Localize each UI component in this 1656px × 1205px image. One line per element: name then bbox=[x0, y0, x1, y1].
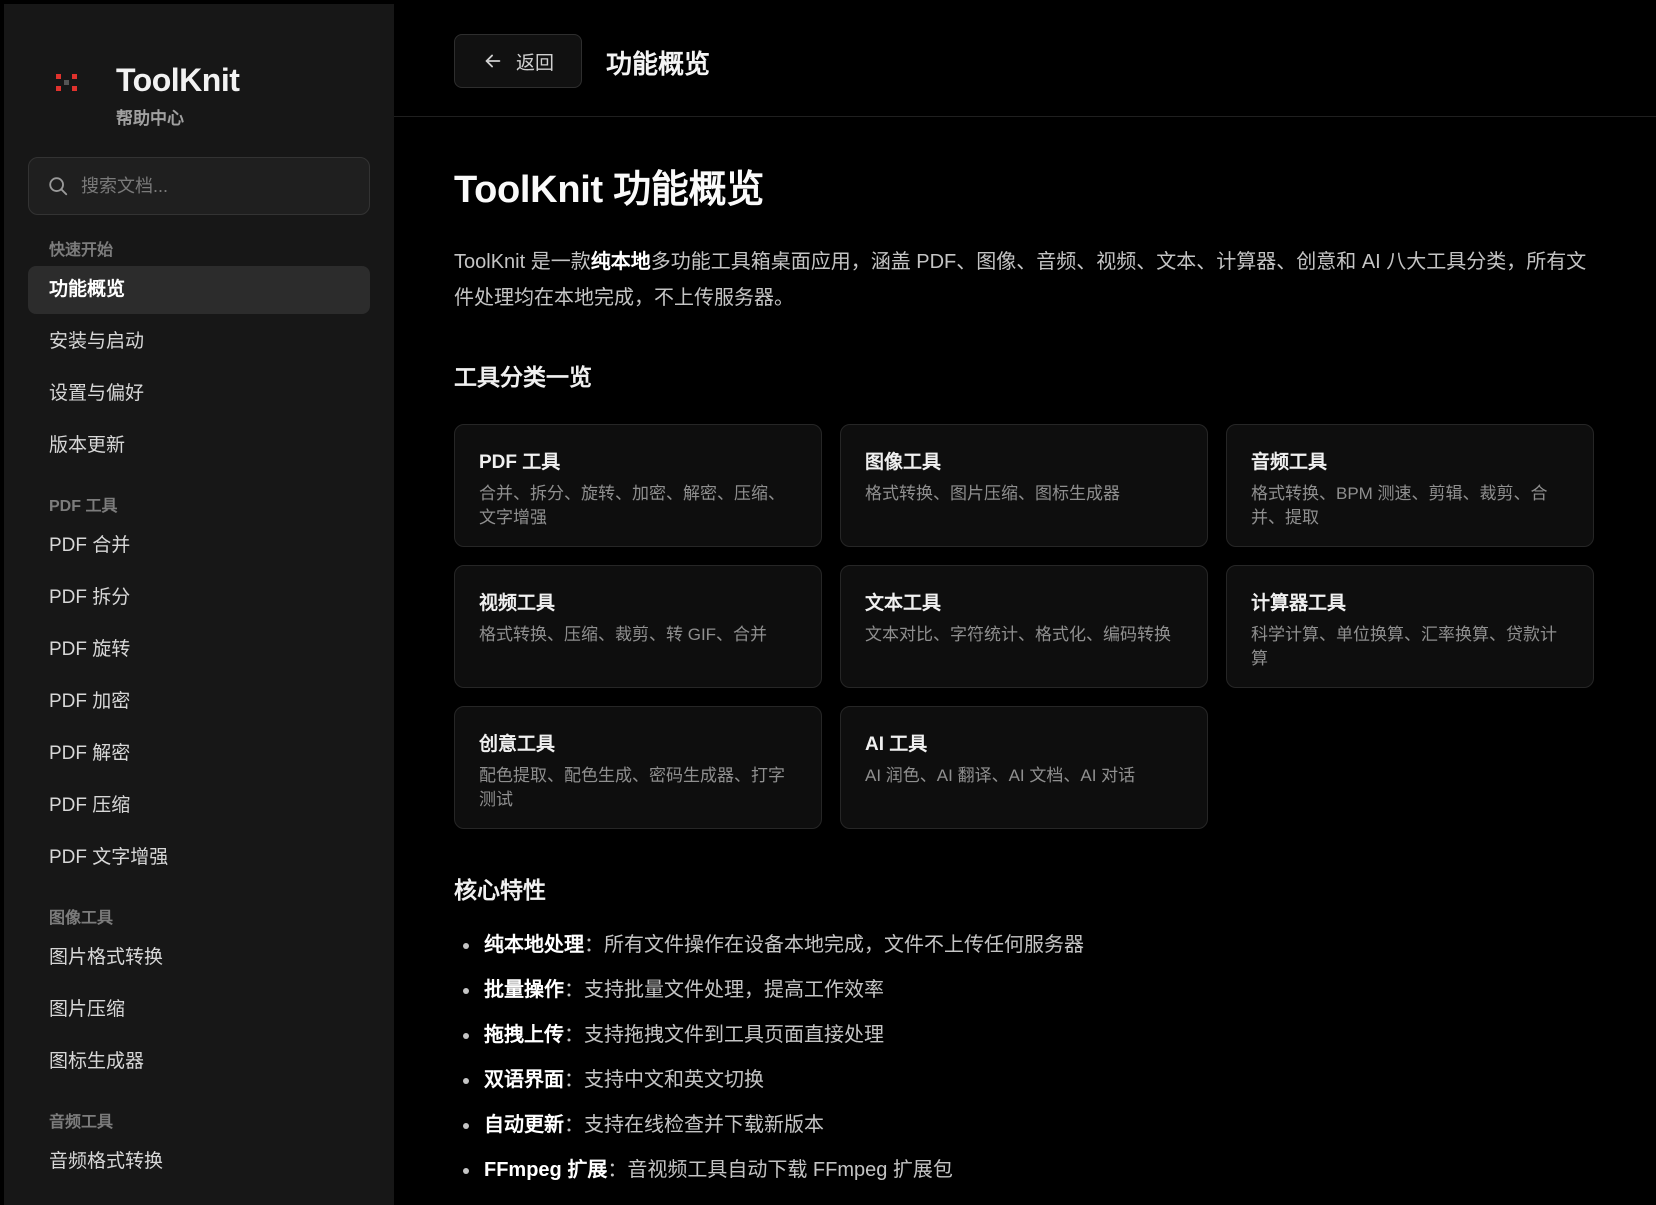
card-title: 视频工具 bbox=[479, 593, 556, 614]
sidebar-item-updates[interactable]: 版本更新 bbox=[28, 422, 370, 470]
category-card-audio[interactable]: 音频工具 格式转换、BPM 测速、剪辑、裁剪、合并、提取 bbox=[1226, 424, 1594, 547]
nav-section-title: 音频工具 bbox=[49, 1114, 114, 1131]
topbar: 返回 功能概览 bbox=[394, 4, 1656, 117]
category-card-text[interactable]: 文本工具 文本对比、字符统计、格式化、编码转换 bbox=[840, 565, 1208, 688]
features-heading: 核心特性 bbox=[454, 877, 546, 903]
tool-category-grid: PDF 工具 合并、拆分、旋转、加密、解密、压缩、文字增强 图像工具 格式转换、… bbox=[454, 424, 1604, 829]
card-title: 计算器工具 bbox=[1251, 593, 1347, 614]
card-title: 创意工具 bbox=[479, 734, 556, 755]
card-title: AI 工具 bbox=[865, 734, 928, 755]
sidebar-item-image-convert[interactable]: 图片格式转换 bbox=[28, 934, 370, 982]
sidebar-item-settings[interactable]: 设置与偏好 bbox=[28, 370, 370, 418]
sidebar-item-overview[interactable]: 功能概览 bbox=[28, 266, 370, 314]
category-card-pdf[interactable]: PDF 工具 合并、拆分、旋转、加密、解密、压缩、文字增强 bbox=[454, 424, 822, 547]
doc-content: ToolKnit 功能概览 ToolKnit 是一款纯本地多功能工具箱桌面应用，… bbox=[454, 166, 1604, 1193]
list-item: 批量操作：支持批量文件处理，提高工作效率 bbox=[454, 968, 1604, 1013]
card-desc: 合并、拆分、旋转、加密、解密、压缩、文字增强 bbox=[479, 484, 785, 527]
tools-heading: 工具分类一览 bbox=[454, 364, 592, 390]
app-window: ToolKnit 帮助中心 快速开始 功能概览 安装与启动 设置与偏好 版本更新… bbox=[0, 0, 1656, 1205]
toolknit-logo-icon bbox=[56, 72, 86, 102]
list-item: FFmpeg 扩展：音视频工具自动下载 FFmpeg 扩展包 bbox=[454, 1148, 1604, 1193]
features-list: 纯本地处理：所有文件操作在设备本地完成，文件不上传任何服务器 批量操作：支持批量… bbox=[454, 923, 1604, 1193]
card-title: 文本工具 bbox=[865, 593, 942, 614]
intro-paragraph: ToolKnit 是一款纯本地多功能工具箱桌面应用，涵盖 PDF、图像、音频、视… bbox=[454, 251, 1587, 309]
sidebar-item-pdf-ocr[interactable]: PDF 文字增强 bbox=[28, 834, 370, 882]
list-item: 双语界面：支持中文和英文切换 bbox=[454, 1058, 1604, 1103]
category-card-image[interactable]: 图像工具 格式转换、图片压缩、图标生成器 bbox=[840, 424, 1208, 547]
list-item: 自动更新：支持在线检查并下载新版本 bbox=[454, 1103, 1604, 1148]
sidebar-item-pdf-compress[interactable]: PDF 压缩 bbox=[28, 782, 370, 830]
sidebar-item-pdf-encrypt[interactable]: PDF 加密 bbox=[28, 678, 370, 726]
nav-section-title: PDF 工具 bbox=[49, 498, 118, 515]
sidebar-item-audio-convert[interactable]: 音频格式转换 bbox=[28, 1138, 370, 1186]
sidebar-item-pdf-split[interactable]: PDF 拆分 bbox=[28, 574, 370, 622]
sidebar: ToolKnit 帮助中心 快速开始 功能概览 安装与启动 设置与偏好 版本更新… bbox=[4, 4, 394, 1205]
sidebar-nav: 快速开始 功能概览 安装与启动 设置与偏好 版本更新 PDF 工具 PDF 合并… bbox=[28, 236, 370, 1190]
doc-heading: ToolKnit 功能概览 bbox=[454, 169, 764, 211]
intro-bold: 纯本地 bbox=[590, 251, 651, 273]
sidebar-item-icon-generator[interactable]: 图标生成器 bbox=[28, 1038, 370, 1086]
card-desc: 格式转换、图片压缩、图标生成器 bbox=[865, 484, 1120, 503]
nav-section-title: 图像工具 bbox=[49, 910, 114, 927]
nav-section-title: 快速开始 bbox=[49, 242, 114, 259]
list-item: 拖拽上传：支持拖拽文件到工具页面直接处理 bbox=[454, 1013, 1604, 1058]
back-button[interactable]: 返回 bbox=[454, 34, 582, 88]
card-title: 音频工具 bbox=[1251, 452, 1328, 473]
brand-name: ToolKnit bbox=[116, 62, 240, 98]
card-desc: 格式转换、BPM 测速、剪辑、裁剪、合并、提取 bbox=[1251, 484, 1548, 527]
search-icon bbox=[49, 177, 68, 196]
sidebar-item-install[interactable]: 安装与启动 bbox=[28, 318, 370, 366]
arrow-left-icon bbox=[485, 54, 501, 68]
card-title: 图像工具 bbox=[865, 452, 942, 473]
card-desc: 格式转换、压缩、裁剪、转 GIF、合并 bbox=[479, 625, 768, 644]
card-desc: 配色提取、配色生成、密码生成器、打字测试 bbox=[479, 766, 785, 809]
sidebar-item-pdf-merge[interactable]: PDF 合并 bbox=[28, 522, 370, 570]
card-desc: 文本对比、字符统计、格式化、编码转换 bbox=[865, 625, 1171, 644]
category-card-calculator[interactable]: 计算器工具 科学计算、单位换算、汇率换算、贷款计算 bbox=[1226, 565, 1594, 688]
card-desc: 科学计算、单位换算、汇率换算、贷款计算 bbox=[1251, 625, 1557, 668]
main-content: 返回 功能概览 ToolKnit 功能概览 ToolKnit 是一款纯本地多功能… bbox=[394, 4, 1656, 1205]
search-box[interactable] bbox=[28, 157, 370, 215]
brand[interactable]: ToolKnit 帮助中心 bbox=[56, 60, 240, 129]
search-input[interactable] bbox=[81, 175, 361, 197]
list-item: 纯本地处理：所有文件操作在设备本地完成，文件不上传任何服务器 bbox=[454, 923, 1604, 968]
back-button-label: 返回 bbox=[515, 52, 554, 74]
brand-subtitle: 帮助中心 bbox=[116, 109, 184, 128]
card-desc: AI 润色、AI 翻译、AI 文档、AI 对话 bbox=[865, 766, 1136, 785]
card-title: PDF 工具 bbox=[479, 452, 561, 473]
sidebar-item-image-compress[interactable]: 图片压缩 bbox=[28, 986, 370, 1034]
sidebar-item-pdf-rotate[interactable]: PDF 旋转 bbox=[28, 626, 370, 674]
page-title: 功能概览 bbox=[606, 49, 711, 79]
category-card-creative[interactable]: 创意工具 配色提取、配色生成、密码生成器、打字测试 bbox=[454, 706, 822, 829]
category-card-ai[interactable]: AI 工具 AI 润色、AI 翻译、AI 文档、AI 对话 bbox=[840, 706, 1208, 829]
category-card-video[interactable]: 视频工具 格式转换、压缩、裁剪、转 GIF、合并 bbox=[454, 565, 822, 688]
sidebar-item-pdf-decrypt[interactable]: PDF 解密 bbox=[28, 730, 370, 778]
